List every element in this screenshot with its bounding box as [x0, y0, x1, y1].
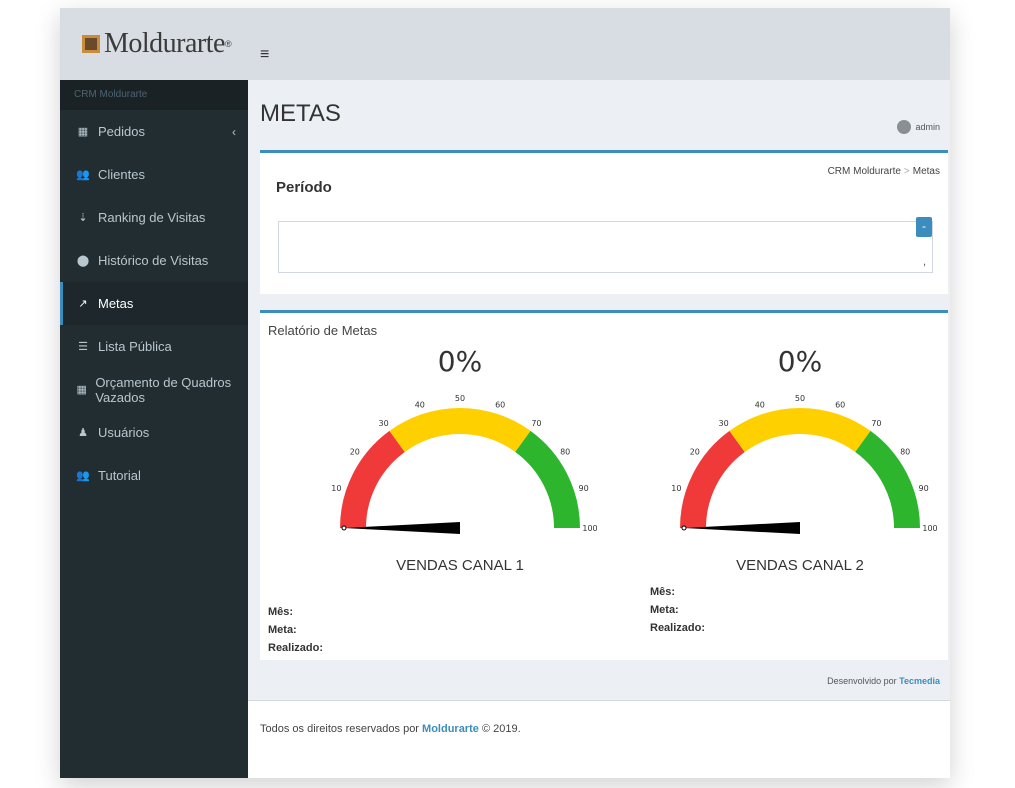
stat-mes-label: Mês:: [268, 606, 294, 618]
gauge-tick-label: 70: [871, 419, 881, 428]
users-icon: 👥: [76, 470, 90, 482]
grid-icon: ▦: [76, 384, 87, 396]
sidebar-item-clientes[interactable]: 👥 Clientes: [60, 153, 248, 196]
rights-suffix: © 2019.: [481, 723, 521, 735]
gauge-tick-label: 40: [755, 400, 765, 409]
footer-text: Todos os direitos reservados por Moldura…: [260, 723, 521, 735]
stat-meta-label: Meta:: [268, 624, 297, 636]
chevron-left-icon: ‹: [232, 124, 236, 139]
list-icon: ☰: [78, 341, 88, 353]
gauge-dial: 10 20 30 40 50 60 70 80 90 100: [331, 394, 598, 534]
gauge-name: VENDAS CANAL 2: [736, 557, 864, 574]
gauge-tick-label: 90: [579, 484, 589, 493]
gauge-tick-label: 60: [495, 400, 505, 409]
gauge-tick-label: 20: [350, 448, 360, 457]
user-menu[interactable]: admin: [897, 120, 940, 134]
sidebar-item-label: Pedidos: [98, 124, 145, 139]
stats-canal-1: Mês: Meta: Realizado:: [268, 603, 323, 657]
period-input[interactable]: ,: [278, 221, 933, 273]
gauge-tick-label: 70: [531, 419, 541, 428]
sort-icon: ⇣: [78, 212, 88, 224]
sidebar-item-label: Histórico de Visitas: [98, 253, 209, 268]
grid-icon: ▦: [77, 126, 89, 138]
gauge-tick-label: 30: [718, 419, 728, 428]
developer-credit: Desenvolvido por Tecmedia: [827, 676, 940, 686]
sidebar-item-orcamento[interactable]: ▦ Orçamento de Quadros Vazados: [60, 368, 248, 411]
sidebar-item-label: Usuários: [98, 425, 150, 440]
gauge-needle-tip: [341, 525, 347, 531]
breadcrumb-current: Metas: [912, 166, 940, 177]
stat-realizado-label: Realizado:: [650, 622, 706, 634]
sidebar-item-label: Tutorial: [98, 468, 141, 483]
collapse-button[interactable]: -: [916, 217, 932, 237]
logo-mark-icon: [82, 35, 100, 53]
breadcrumb: CRM Moldurarte > Metas: [827, 166, 940, 177]
sidebar-item-label: Clientes: [98, 167, 145, 182]
gauge-tick-label: 60: [835, 400, 845, 409]
gauge-tick-label: 90: [919, 484, 929, 493]
avatar: [897, 120, 912, 134]
sidebar-item-historico[interactable]: ⬤ Histórico de Visitas: [60, 239, 248, 282]
gauge-tick-label: 40: [415, 400, 425, 409]
relatorio-title: Relatório de Metas: [268, 323, 378, 338]
relatorio-box: Relatório de Metas 0% 10 20 30 40 50 60 70 80 90…: [260, 310, 948, 660]
sidebar-item-tutorial[interactable]: 👥 Tutorial: [60, 454, 248, 497]
brand-reg: ®: [224, 39, 232, 49]
sidebar-item-label: Lista Pública: [98, 339, 172, 354]
page-title: METAS: [260, 100, 341, 127]
periodo-title: Período: [276, 179, 332, 196]
gauge-value: 0%: [777, 345, 823, 378]
gauge-tick-label: 50: [795, 394, 805, 403]
credit-prefix: Desenvolvido por: [827, 676, 897, 686]
gauge-tick-label: 80: [560, 448, 570, 457]
gauge-tick-label: 20: [690, 448, 700, 457]
gauge-needle-tip: [681, 525, 687, 531]
sidebar-item-label: Metas: [98, 296, 134, 311]
sidebar: CRM Moldurarte ▦ Pedidos ‹ 👥 Clientes ⇣ …: [60, 80, 248, 778]
sidebar-title: CRM Moldurarte: [60, 80, 248, 110]
top-header: Moldurarte ® ≡: [60, 8, 950, 80]
rights-link[interactable]: Moldurarte: [422, 723, 479, 735]
logo[interactable]: Moldurarte ®: [60, 8, 248, 80]
gauge-tick-label: 50: [455, 394, 465, 403]
gauge-canal-2: 0% 10 20 30 40 50 60 70 80 90 100 VENDAS CANAL 2: [650, 345, 950, 574]
sidebar-item-pedidos[interactable]: ▦ Pedidos ‹: [60, 110, 248, 153]
users-icon: 👥: [76, 169, 90, 181]
sidebar-item-label: Orçamento de Quadros Vazados: [95, 374, 232, 405]
sidebar-item-metas[interactable]: ↗ Metas: [60, 282, 248, 325]
gauge-canal-1: 0% 10 20 30 40 50 60 70 80 90 100 VENDAS CANAL 1: [310, 345, 610, 574]
gauge-tick-label: 80: [900, 448, 910, 457]
gauge-tick-label: 10: [671, 484, 681, 493]
footer: Todos os direitos reservados por Moldura…: [248, 700, 950, 778]
user-name: admin: [915, 122, 940, 132]
sidebar-item-label: Ranking de Visitas: [98, 210, 206, 225]
user-icon: ♟: [78, 427, 88, 439]
gauge-tick-label: 30: [378, 419, 388, 428]
main-content: METAS admin Período , - CRM Moldurarte > M…: [248, 80, 950, 778]
gauge-yellow-segment: [389, 408, 531, 453]
breadcrumb-root[interactable]: CRM Moldurarte: [828, 166, 901, 177]
brand-name: Moldurarte: [104, 28, 225, 59]
gauge-yellow-segment: [729, 408, 871, 453]
gauge-name: VENDAS CANAL 1: [396, 557, 524, 574]
gauge-tick-label: 10: [331, 484, 341, 493]
sidebar-item-lista-publica[interactable]: ☰ Lista Pública: [60, 325, 248, 368]
rights-prefix: Todos os direitos reservados por: [260, 723, 419, 735]
period-input-value: ,: [922, 256, 926, 268]
menu-toggle-icon[interactable]: ≡: [260, 46, 269, 64]
stat-meta-label: Meta:: [650, 604, 679, 616]
gauge-tick-label: 100: [582, 524, 597, 533]
stat-realizado-label: Realizado:: [268, 642, 324, 654]
sidebar-item-usuarios[interactable]: ♟ Usuários: [60, 411, 248, 454]
map-marker-icon: ⬤: [76, 255, 90, 267]
app-window: Moldurarte ® ≡ CRM Moldurarte ▦ Pedidos …: [60, 8, 950, 778]
gauge-tick-label: 100: [922, 524, 937, 533]
gauge-value: 0%: [437, 345, 483, 378]
stat-mes-label: Mês:: [650, 586, 676, 598]
gauge-dial: 10 20 30 40 50 60 70 80 90 100: [671, 394, 938, 534]
stats-canal-2: Mês: Meta: Realizado:: [650, 583, 705, 637]
sidebar-item-ranking[interactable]: ⇣ Ranking de Visitas: [60, 196, 248, 239]
line-chart-icon: ↗: [78, 298, 88, 310]
credit-link[interactable]: Tecmedia: [899, 676, 940, 686]
